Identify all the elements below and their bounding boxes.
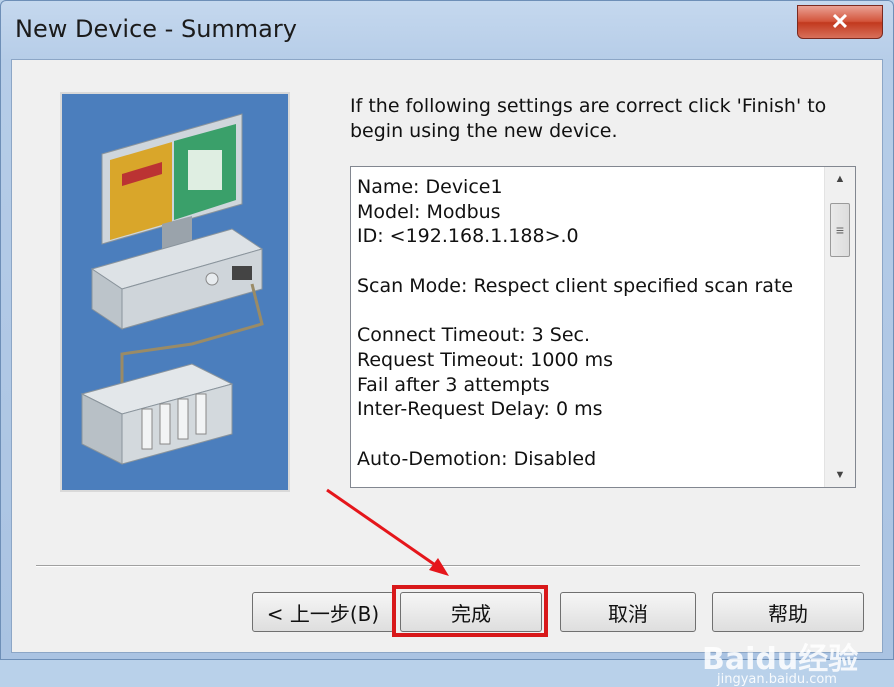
dialog-window: New Device - Summary ✕ If the following … [0,0,894,687]
annotation-arrow-icon [326,488,449,576]
watermark-url: jingyan.baidu.com [717,672,837,687]
